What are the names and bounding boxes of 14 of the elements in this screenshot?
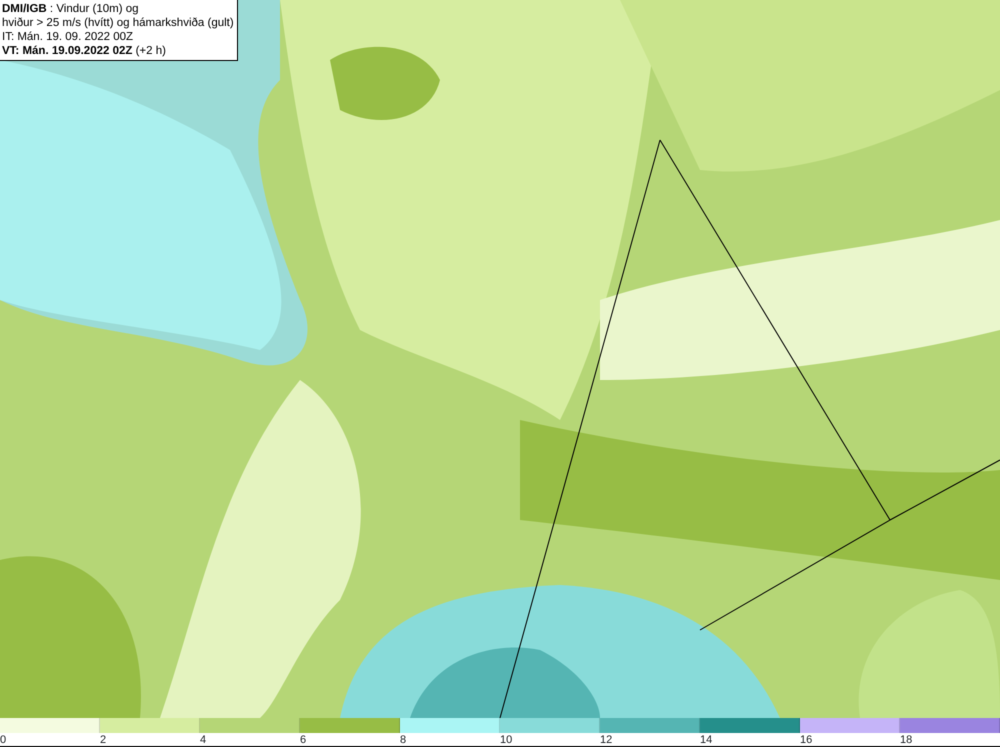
scale-label: 18 xyxy=(900,733,912,747)
header-text: VT: Mán. 19.09.2022 02Z (+2 h) xyxy=(2,44,167,58)
header-text: DMI/IGB : Vindur (10m) og xyxy=(2,2,140,16)
scale-label: 4 xyxy=(200,733,206,747)
scale-label: 14 xyxy=(700,733,712,747)
scale-label: 6 xyxy=(300,733,306,747)
scale-label: 0 xyxy=(0,733,6,747)
header-text: hviður > 25 m/s (hvítt) og hámarkshviða (gult) xyxy=(2,16,234,30)
header-text: IT: Mán. 19. 09. 2022 00Z xyxy=(2,30,134,44)
scale-label: 8 xyxy=(400,733,406,747)
scale-label: 12 xyxy=(600,733,612,747)
scale-label: 16 xyxy=(800,733,812,747)
scale-label: 2 xyxy=(100,733,106,747)
scale-label: 10 xyxy=(500,733,512,747)
